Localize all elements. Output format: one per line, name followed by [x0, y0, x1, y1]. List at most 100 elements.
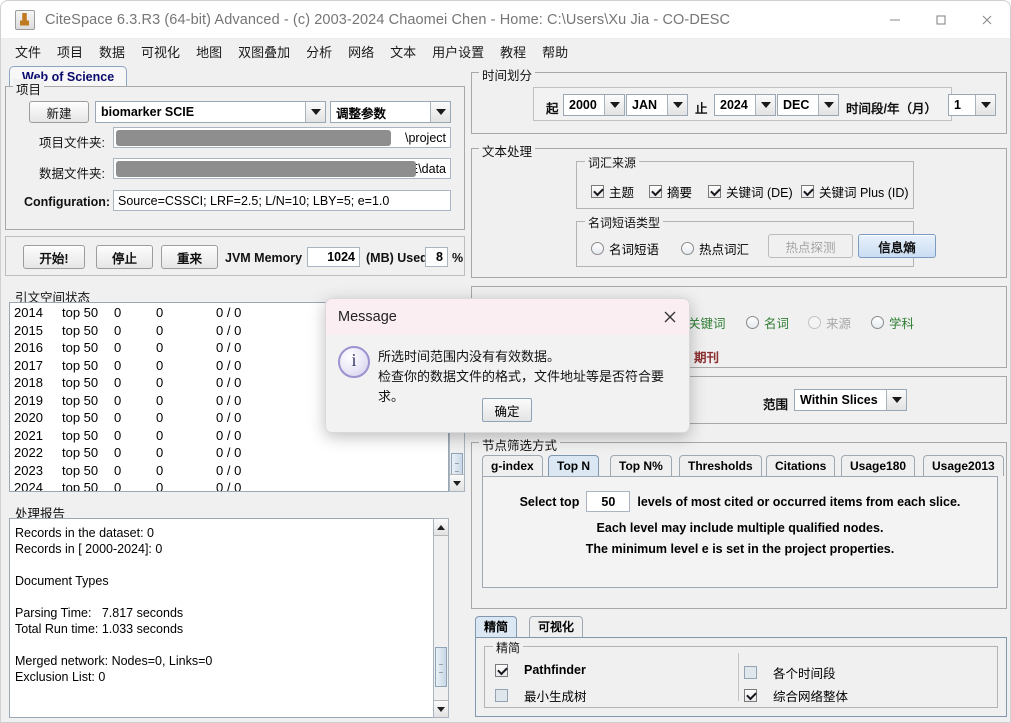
stop-button[interactable]: 停止: [96, 245, 153, 269]
maximize-icon[interactable]: [918, 1, 964, 38]
new-project-button[interactable]: 新建: [29, 101, 89, 123]
dialog-title-bar: Message: [326, 299, 689, 335]
menu-help[interactable]: 帮助: [534, 39, 576, 64]
checkbox-icon[interactable]: [744, 689, 757, 702]
tab-pruning[interactable]: 精简: [475, 616, 518, 637]
radio-icon[interactable]: [871, 316, 884, 329]
chevron-down-icon[interactable]: [430, 102, 450, 122]
chevron-down-icon[interactable]: [604, 95, 624, 115]
menu-user-settings[interactable]: 用户设置: [424, 39, 492, 64]
radio-icon[interactable]: [808, 316, 821, 329]
radio-icon[interactable]: [681, 242, 694, 255]
table-row[interactable]: 2024 top 50 0 0 0 / 0: [10, 479, 448, 491]
checkbox-icon[interactable]: [649, 185, 662, 198]
tab-top-n[interactable]: Top N: [548, 455, 600, 476]
tab-g-index[interactable]: g-index: [482, 455, 543, 476]
scroll-down-icon[interactable]: [434, 700, 448, 717]
radio-icon[interactable]: [591, 242, 604, 255]
node-type-discipline[interactable]: 学科: [871, 313, 914, 332]
pruning-mst[interactable]: 最小生成树: [495, 686, 587, 705]
radio-icon[interactable]: [746, 316, 759, 329]
tab-usage2013[interactable]: Usage2013: [923, 455, 1004, 476]
processing-report-text[interactable]: Records in the dataset: 0 Records in [ 2…: [9, 518, 449, 718]
cell-c: 0 / 0: [216, 427, 242, 443]
menu-project[interactable]: 项目: [49, 39, 91, 64]
checkbox-icon[interactable]: [591, 185, 604, 198]
checkbox-icon[interactable]: [801, 185, 814, 198]
scroll-up-icon[interactable]: [434, 519, 448, 536]
tab-citations[interactable]: Citations: [766, 455, 836, 476]
term-source-keywords-de[interactable]: 关键词 (DE): [708, 182, 793, 201]
checkbox-icon[interactable]: [495, 689, 508, 702]
menu-tutorial[interactable]: 教程: [492, 39, 534, 64]
cell-b: 0: [156, 357, 164, 373]
chevron-down-icon[interactable]: [818, 95, 838, 115]
information-entropy-button[interactable]: 信息熵: [858, 234, 936, 258]
chevron-down-icon[interactable]: [667, 95, 687, 115]
menu-analysis[interactable]: 分析: [298, 39, 340, 64]
tab-thresholds[interactable]: Thresholds: [679, 455, 762, 476]
from-label: 起: [546, 102, 559, 116]
checkbox-icon[interactable]: [708, 185, 721, 198]
chevron-down-icon[interactable]: [305, 102, 325, 122]
ok-button[interactable]: 确定: [482, 398, 532, 422]
data-folder-redaction: [116, 161, 416, 177]
node-type-source[interactable]: 来源: [808, 313, 851, 332]
tab-visualization[interactable]: 可视化: [529, 616, 584, 637]
scroll-down-icon[interactable]: [450, 474, 464, 491]
menu-file[interactable]: 文件: [7, 39, 49, 64]
reset-button[interactable]: 重来: [161, 245, 218, 269]
scroll-thumb[interactable]: [435, 647, 447, 687]
node-type-keyword-label: 关键词: [688, 317, 726, 331]
from-month-select[interactable]: JAN: [626, 94, 688, 116]
to-year-select[interactable]: 2024: [714, 94, 776, 116]
cell-c: 0 / 0: [216, 375, 242, 390]
chevron-down-icon[interactable]: [755, 95, 775, 115]
pruning-each-slice[interactable]: 各个时间段: [744, 663, 836, 682]
burst-detection-button[interactable]: 热点探测: [768, 234, 853, 258]
tab-top-n-pct[interactable]: Top N%: [610, 455, 672, 476]
select-top-prefix: Select top: [519, 494, 580, 509]
to-month-select[interactable]: DEC: [777, 94, 839, 116]
cell-a: 0: [114, 375, 122, 390]
term-type-burst-terms[interactable]: 热点词汇: [681, 239, 749, 258]
slice-length-select[interactable]: 1: [948, 94, 996, 116]
menu-overlay[interactable]: 双图叠加: [230, 39, 298, 64]
project-select[interactable]: biomarker SCIE: [95, 101, 326, 123]
pruning-pathfinder[interactable]: Pathfinder: [495, 663, 586, 677]
menu-text[interactable]: 文本: [382, 39, 424, 64]
menu-map[interactable]: 地图: [188, 39, 230, 64]
term-type-burst-terms-label: 热点词汇: [699, 243, 750, 257]
menu-data[interactable]: 数据: [91, 39, 133, 64]
start-button[interactable]: 开始!: [23, 245, 85, 269]
menu-network[interactable]: 网络: [340, 39, 382, 64]
term-type-noun-phrase[interactable]: 名词短语: [591, 239, 659, 258]
term-source-topic[interactable]: 主题: [591, 182, 634, 201]
menu-visualize[interactable]: 可视化: [133, 39, 188, 64]
top-n-input[interactable]: 50: [586, 491, 631, 512]
cell-year: 2015: [14, 322, 43, 338]
from-year-select[interactable]: 2000: [563, 94, 625, 116]
checkbox-icon[interactable]: [495, 663, 508, 677]
cell-c: 0 / 0: [216, 445, 242, 460]
pruning-merged-network[interactable]: 综合网络整体: [744, 686, 848, 705]
node-type-noun[interactable]: 名词: [746, 313, 789, 332]
term-source-keywords-plus[interactable]: 关键词 Plus (ID): [801, 182, 909, 201]
cell-top: top 50: [62, 375, 99, 390]
chevron-down-icon[interactable]: [886, 390, 906, 410]
divider: [738, 653, 739, 701]
minimize-icon[interactable]: [872, 1, 918, 38]
checkbox-icon[interactable]: [744, 666, 757, 679]
chevron-down-icon[interactable]: [975, 95, 995, 115]
term-type-label: 名词短语类型: [585, 214, 664, 231]
scope-select[interactable]: Within Slices: [794, 389, 907, 411]
report-scrollbar[interactable]: [433, 518, 449, 718]
close-icon[interactable]: [659, 306, 681, 328]
close-icon[interactable]: [964, 1, 1010, 38]
tab-usage180[interactable]: Usage180: [841, 455, 916, 476]
table-row[interactable]: 2023 top 50 0 0 0 / 0: [10, 462, 448, 480]
cell-b: 0: [156, 445, 164, 460]
term-source-abstract[interactable]: 摘要: [649, 182, 692, 201]
adjust-params-select[interactable]: 调整参数: [330, 101, 451, 123]
table-row[interactable]: 2022 top 50 0 0 0 / 0: [10, 444, 448, 462]
